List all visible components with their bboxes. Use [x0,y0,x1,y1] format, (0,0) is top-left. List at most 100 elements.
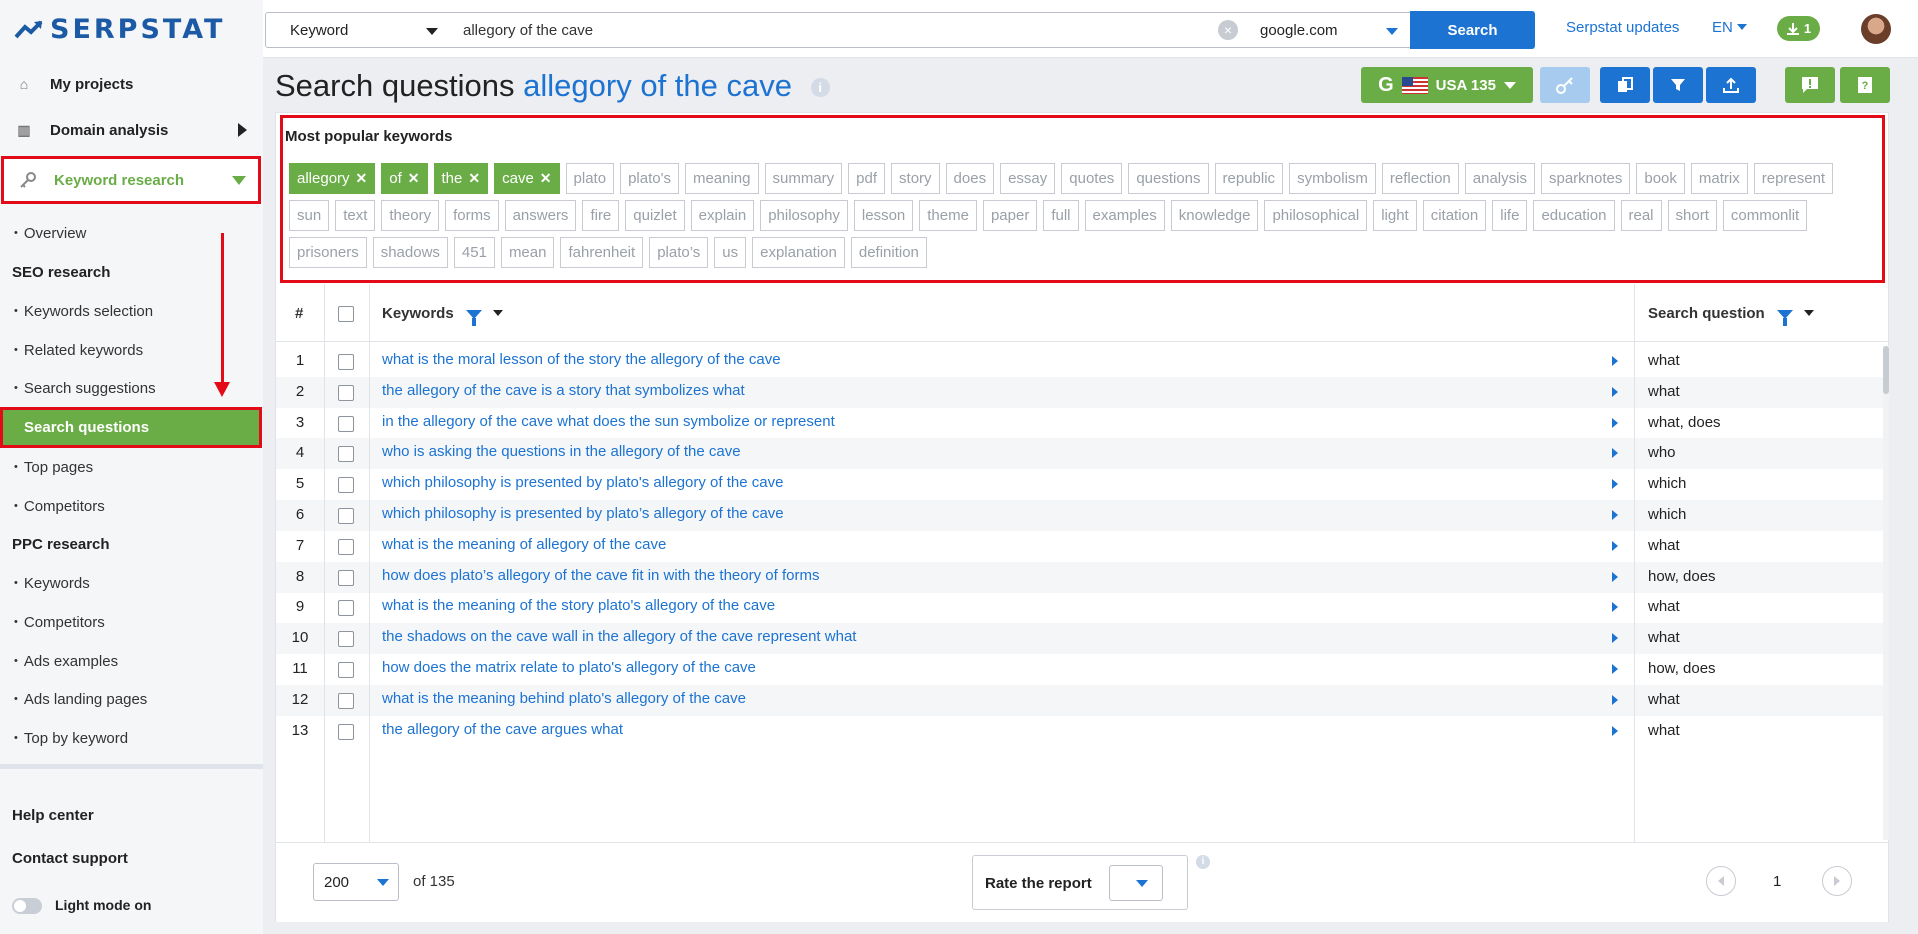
keyword-chip[interactable]: represent [1753,163,1834,194]
keyword-chip[interactable]: 451 [453,237,495,268]
active-keyword-chip[interactable]: of ✕ [381,163,428,194]
keyword-chip[interactable]: full [1043,200,1079,231]
keyword-link[interactable]: which philosophy is presented by plato’s… [382,505,784,522]
serpstat-updates-link[interactable]: Serpstat updates [1566,19,1679,36]
help-button[interactable]: ? [1840,67,1890,103]
keyword-chip[interactable]: story [891,163,940,194]
keyword-chip[interactable]: explanation [752,237,845,268]
row-checkbox[interactable] [338,569,354,586]
sidebar-item-keywords-selection[interactable]: Keywords selection [14,303,153,320]
row-checkbox[interactable] [338,354,354,370]
keyword-chip[interactable]: mean [500,237,555,268]
user-avatar[interactable] [1861,14,1891,44]
keyword-chip[interactable]: essay [1000,163,1056,194]
keyword-chip[interactable]: quotes [1061,163,1123,194]
sort-caret-icon[interactable] [1804,310,1815,316]
keyword-chip[interactable]: sparknotes [1540,163,1631,194]
row-checkbox[interactable] [338,662,354,678]
keyword-chip[interactable]: life [1492,200,1528,231]
keyword-chip[interactable]: book [1636,163,1685,194]
clear-icon[interactable]: × [1218,20,1238,40]
sidebar-item-top-pages[interactable]: Top pages [14,459,93,476]
keyword-link[interactable]: what is the meaning of the story plato's… [382,597,775,614]
remove-icon[interactable]: ✕ [540,170,552,187]
sidebar-item-ppc-competitors[interactable]: Competitors [14,614,105,631]
keyword-link[interactable]: the allegory of the cave is a story that… [382,382,745,399]
expand-arrow-icon[interactable] [1612,540,1618,551]
row-checkbox[interactable] [338,384,354,401]
rows-per-page-select[interactable]: 200 [313,863,399,901]
expand-arrow-icon[interactable] [1612,448,1618,459]
nav-domain-analysis[interactable]: ▥ Domain analysis [0,108,263,152]
nav-keyword-research[interactable]: Keyword research [1,156,261,204]
keyword-chip[interactable]: forms [445,200,499,231]
keyword-link[interactable]: in the allegory of the cave what does th… [382,413,835,430]
remove-icon[interactable]: ✕ [468,170,480,187]
keyword-chip[interactable]: knowledge [1170,200,1259,231]
keyword-chip[interactable]: pdf [848,163,886,194]
contact-support-link[interactable]: Contact support [12,850,128,867]
keyword-chip[interactable]: plato [565,163,615,194]
expand-arrow-icon[interactable] [1612,633,1618,644]
expand-arrow-icon[interactable] [1612,356,1618,366]
keyword-link[interactable]: what is the meaning of allegory of the c… [382,536,666,553]
keyword-chip[interactable]: prisoners [289,237,367,268]
keyword-link[interactable]: who is asking the questions in the alleg… [382,443,741,460]
keyword-chip[interactable]: light [1373,200,1417,231]
keyword-chip[interactable]: paper [982,200,1038,231]
database-select-button[interactable]: G USA 135 [1361,67,1533,103]
help-center-link[interactable]: Help center [12,807,94,824]
select-all-checkbox[interactable] [338,306,354,322]
sort-caret-icon[interactable] [493,310,504,316]
sidebar-item-ppc-keywords[interactable]: Keywords [14,575,90,592]
sidebar-item-search-questions[interactable]: Search questions [0,407,262,448]
prev-page-button[interactable] [1706,866,1736,896]
table-scrollbar-track[interactable] [1883,346,1889,840]
keyword-chip[interactable]: symbolism [1289,163,1376,194]
expand-arrow-icon[interactable] [1612,725,1618,736]
keyword-link[interactable]: which philosophy is presented by plato's… [382,474,783,491]
row-checkbox[interactable] [338,692,354,709]
expand-arrow-icon[interactable] [1612,510,1618,520]
keyword-link[interactable]: the shadows on the cave wall in the alle… [382,628,856,645]
keyword-button[interactable] [1540,67,1590,103]
keyword-chip[interactable]: plato’s [649,237,709,268]
keyword-chip[interactable]: shadows [372,237,448,268]
sidebar-item-ads-examples[interactable]: Ads examples [14,653,118,670]
feedback-button[interactable] [1785,67,1835,103]
search-engine-select[interactable]: google.com [1249,12,1411,48]
info-icon[interactable]: i [1196,855,1210,869]
keyword-chip[interactable]: commonlit [1722,200,1808,231]
sidebar-item-search-suggestions[interactable]: Search suggestions [14,380,156,397]
keyword-chip[interactable]: education [1533,200,1615,231]
filter-button[interactable] [1653,67,1703,103]
search-type-select[interactable]: Keyword [265,12,452,48]
keyword-link[interactable]: how does plato’s allegory of the cave fi… [382,567,819,584]
light-mode-toggle[interactable] [12,898,42,914]
expand-arrow-icon[interactable] [1612,479,1618,490]
row-checkbox[interactable] [338,477,354,494]
search-button[interactable]: Search [1410,11,1535,49]
row-checkbox[interactable] [338,446,354,463]
keyword-chip[interactable]: philosophy [760,200,848,231]
sidebar-item-ads-landing-pages[interactable]: Ads landing pages [14,691,147,708]
keyword-chip[interactable]: fahrenheit [560,237,644,268]
keyword-chip[interactable]: real [1620,200,1662,231]
keyword-chip[interactable]: text [335,200,376,231]
keyword-chip[interactable]: reflection [1381,163,1459,194]
sidebar-item-top-by-keyword[interactable]: Top by keyword [14,730,128,747]
info-icon[interactable]: i [810,78,830,97]
keyword-link[interactable]: how does the matrix relate to plato's al… [382,659,756,676]
filter-icon[interactable] [1776,310,1793,326]
expand-arrow-icon[interactable] [1612,602,1618,613]
keyword-chip[interactable]: fire [582,200,620,231]
sidebar-item-overview[interactable]: Overview [14,225,87,242]
keyword-chip[interactable]: lesson [853,200,914,231]
copy-button[interactable] [1600,67,1650,103]
downloads-button[interactable]: 1 [1777,16,1820,41]
row-checkbox[interactable] [338,415,354,432]
keyword-chip[interactable]: quizlet [625,200,685,231]
keyword-chip[interactable]: does [945,163,995,194]
expand-arrow-icon[interactable] [1612,571,1618,582]
language-select[interactable]: EN [1712,19,1747,36]
